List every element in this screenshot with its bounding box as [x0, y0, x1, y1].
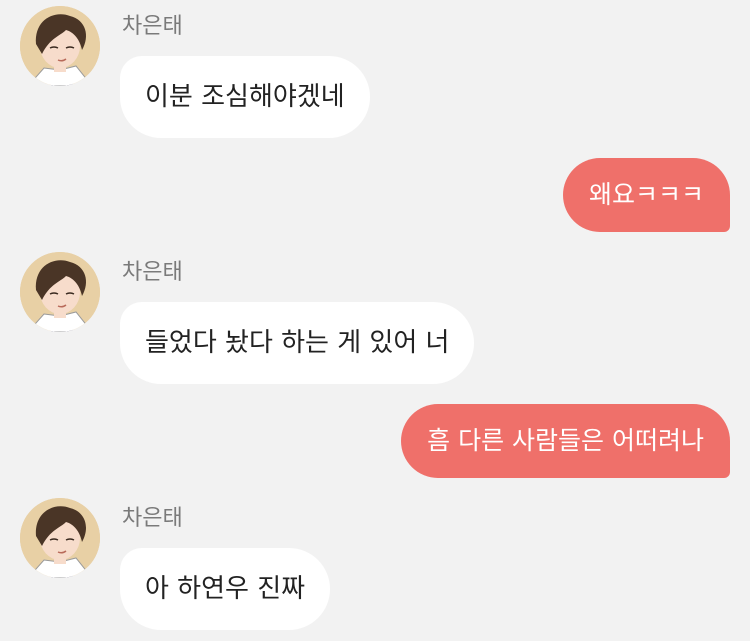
sender-name: 차은태	[122, 506, 183, 531]
avatar[interactable]	[20, 498, 100, 578]
chat-conversation: 차은태 이분 조심해야겠네 왜요ㅋㅋㅋ 차은태 들었다 놨다 하는 게 있어 너…	[0, 0, 750, 641]
outgoing-message-bubble[interactable]: 흠 다른 사람들은 어떠려나	[401, 404, 730, 478]
avatar[interactable]	[20, 6, 100, 86]
incoming-message-bubble[interactable]: 아 하연우 진짜	[120, 548, 331, 630]
profile-illustration-icon	[20, 498, 100, 578]
sender-name: 차은태	[122, 14, 183, 39]
incoming-message-bubble[interactable]: 들었다 놨다 하는 게 있어 너	[120, 302, 475, 384]
profile-illustration-icon	[20, 252, 100, 332]
profile-illustration-icon	[20, 6, 100, 86]
incoming-message-bubble[interactable]: 이분 조심해야겠네	[120, 56, 370, 138]
sender-name: 차은태	[122, 260, 183, 285]
outgoing-message-bubble[interactable]: 왜요ㅋㅋㅋ	[562, 158, 730, 232]
avatar[interactable]	[20, 252, 100, 332]
